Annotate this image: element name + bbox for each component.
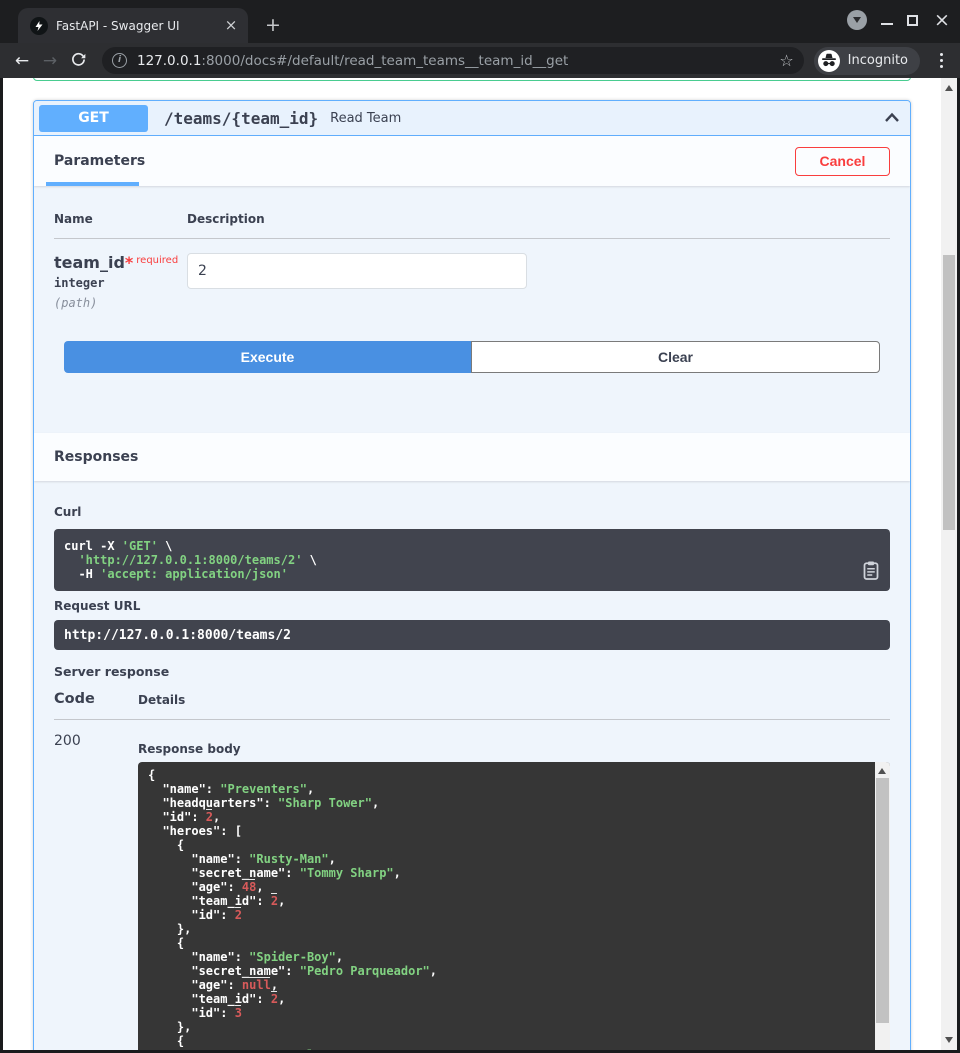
fastapi-favicon-icon (30, 17, 48, 35)
server-response-label: Server response (54, 664, 890, 679)
browser-toolbar: ← → i 127.0.0.1:8000/docs#/default/read_… (0, 43, 960, 78)
new-tab-button[interactable]: + (260, 12, 286, 38)
browser-tab-bar: FastAPI - Swagger UI × + × (0, 0, 960, 43)
collapse-chevron-icon[interactable] (882, 108, 902, 128)
parameters-body: Name Description team_id*required intege… (34, 186, 910, 433)
copy-to-clipboard-button[interactable] (860, 559, 882, 583)
response-body-label: Response body (138, 742, 890, 756)
page-scrollbar-thumb[interactable] (943, 255, 955, 530)
curl-command-code: curl -X 'GET' \ 'http://127.0.0.1:8000/t… (64, 539, 850, 581)
parameters-table-header: Name Description (54, 212, 890, 239)
reload-button[interactable] (64, 50, 92, 72)
bookmark-star-icon[interactable]: ☆ (779, 51, 793, 70)
incognito-icon (818, 50, 840, 72)
responses-body: Curl curl -X 'GET' \ 'http://127.0.0.1:8… (34, 481, 910, 1053)
forward-button: → (36, 51, 64, 71)
parameters-tab[interactable]: Parameters (54, 153, 145, 169)
curl-label: Curl (54, 505, 890, 519)
parameter-location: (path) (54, 296, 187, 310)
incognito-badge: Incognito (814, 47, 920, 75)
page-scroll-down-arrow-icon[interactable] (945, 1037, 953, 1043)
tab-close-icon[interactable]: × (222, 17, 240, 35)
parameters-tab-underline (46, 182, 139, 186)
description-column-header: Description (187, 212, 265, 226)
parameters-section-header: Parameters Cancel (34, 136, 910, 186)
parameter-row: team_id*required integer (path) (54, 253, 890, 310)
swagger-page: GET /teams/{team_id} Read Team Parameter… (0, 78, 960, 1053)
get-teams-operation-block: GET /teams/{team_id} Read Team Parameter… (33, 100, 911, 1053)
browser-update-icon[interactable] (847, 10, 867, 30)
required-label: required (136, 255, 178, 266)
http-method-badge: GET (39, 105, 148, 132)
window-close-button[interactable]: × (932, 11, 952, 30)
address-bar[interactable]: i 127.0.0.1:8000/docs#/default/read_team… (102, 47, 804, 74)
page-info-icon[interactable]: i (112, 53, 127, 68)
parameter-name: team_id*required (54, 253, 187, 272)
name-column-header: Name (54, 212, 187, 226)
team-id-input[interactable] (187, 253, 527, 289)
response-scrollbar-thumb[interactable] (876, 778, 889, 1023)
status-code: 200 (54, 733, 138, 749)
incognito-label: Incognito (848, 53, 908, 68)
parameter-meta: team_id*required integer (path) (54, 253, 187, 310)
response-table-header: Code Details (54, 691, 890, 720)
details-column-header: Details (138, 693, 185, 707)
clear-button[interactable]: Clear (471, 341, 880, 373)
window-maximize-button[interactable] (907, 15, 918, 26)
execute-row: Execute Clear (54, 341, 890, 373)
request-url-value: http://127.0.0.1:8000/teams/2 (64, 628, 291, 643)
request-url-label: Request URL (54, 599, 890, 613)
responses-section-header: Responses (34, 433, 910, 481)
cancel-button[interactable]: Cancel (795, 147, 890, 176)
page-scrollbar[interactable] (941, 78, 957, 1050)
request-url-block: http://127.0.0.1:8000/teams/2 (54, 620, 890, 650)
required-star: * (125, 253, 133, 272)
tab-title: FastAPI - Swagger UI (56, 19, 216, 33)
response-body-scrollbar[interactable] (875, 762, 890, 1053)
window-left-edge (0, 78, 3, 1053)
previous-endpoint-fragment (33, 78, 911, 81)
browser-menu-button[interactable] (928, 53, 954, 68)
response-details: Response body { "name": "Preventers", "h… (138, 733, 890, 1053)
browser-tab[interactable]: FastAPI - Swagger UI × (18, 8, 248, 43)
url-text: 127.0.0.1:8000/docs#/default/read_team_t… (137, 53, 771, 69)
scroll-up-arrow-icon[interactable] (878, 768, 886, 774)
parameter-type: integer (54, 276, 187, 290)
window-minimize-button[interactable] (881, 23, 893, 25)
response-row: 200 Response body { "name": "Preventers"… (54, 733, 890, 1053)
back-button[interactable]: ← (8, 51, 36, 71)
responses-title: Responses (54, 449, 138, 465)
endpoint-summary: Read Team (330, 111, 882, 126)
response-body-block[interactable]: { "name": "Preventers", "headquarters": … (138, 762, 890, 1053)
operation-summary[interactable]: GET /teams/{team_id} Read Team (34, 101, 910, 136)
execute-button[interactable]: Execute (64, 341, 471, 373)
page-scroll-up-arrow-icon[interactable] (945, 85, 953, 91)
curl-command-block: curl -X 'GET' \ 'http://127.0.0.1:8000/t… (54, 529, 890, 591)
response-body-code: { "name": "Preventers", "headquarters": … (148, 768, 865, 1053)
code-column-header: Code (54, 691, 138, 707)
parameter-description-cell (187, 253, 527, 310)
endpoint-path: /teams/{team_id} (164, 109, 318, 128)
